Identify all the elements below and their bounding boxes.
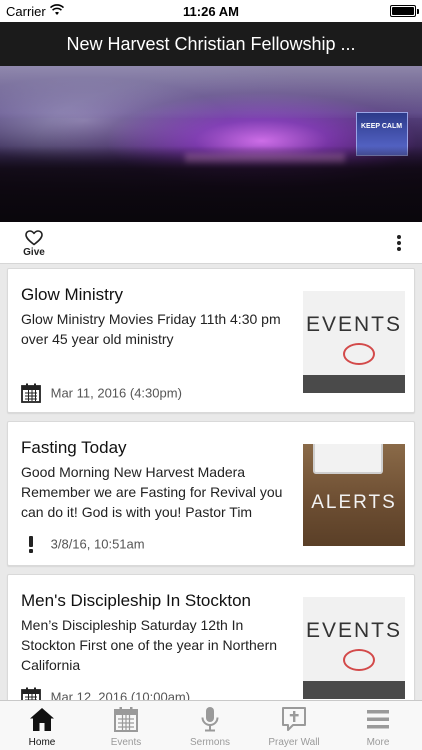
tab-label: Sermons [189,737,230,748]
tab-prayer-wall[interactable]: Prayer Wall [252,701,336,750]
card-date: Mar 11, 2016 (4:30pm) [50,385,182,401]
tab-more[interactable]: More [336,701,420,750]
card-meta: Mar 12, 2016 (10:00am) [21,687,190,700]
card-date: 3/8/16, 10:51am [50,536,145,552]
hero-crowd [0,146,422,222]
give-button[interactable]: Give [18,230,50,258]
prayer-wall-icon [282,707,306,731]
status-bar: Carrier 11:26 AM [0,0,422,22]
calendar-icon [114,707,138,732]
tab-home[interactable]: Home [0,701,84,750]
tab-label: Prayer Wall [268,737,320,748]
battery-icon [390,5,419,17]
thumbnail-tablet [313,444,383,474]
card-title: Men's Discipleship In Stockton [21,591,252,610]
feed-list: Glow Ministry Glow Ministry Movies Frida… [0,264,422,700]
thumbnail-label: EVENTS [305,313,403,336]
card-body: Good Morning New Harvest Madera Remember… [21,464,283,520]
events-thumbnail: EVENTS [303,291,405,393]
calendar-icon [21,687,41,700]
thumbnail-circle [343,649,375,671]
hero-screen-text: KEEP CALM [361,123,403,130]
tab-events[interactable]: Events [84,701,168,750]
feed-card[interactable]: Fasting Today Good Morning New Harvest M… [7,421,415,566]
menu-icon [367,710,389,729]
tab-label: More [366,737,390,748]
alerts-thumbnail: ALERTS [303,444,405,546]
thumbnail-label: ALERTS [311,492,397,513]
tab-label: Home [28,737,56,748]
thumbnail-band [303,681,405,699]
card-title: Fasting Today [21,438,127,457]
tab-label: Events [110,737,142,748]
nav-bar: New Harvest Christian Fellowship ... [0,22,422,66]
feed-card[interactable]: Men's Discipleship In Stockton Men’s Dis… [7,574,415,700]
heart-icon [25,230,43,246]
thumbnail-circle [343,343,375,365]
clock: 11:26 AM [183,4,239,19]
tab-bar: Home Events Sermons Prayer Wall More [0,700,422,750]
give-label: Give [23,247,45,258]
hero-image: KEEP CALM [0,66,422,222]
card-title: Glow Ministry [21,285,124,304]
action-bar: Give [0,222,422,264]
card-meta: 3/8/16, 10:51am [21,534,145,554]
card-date: Mar 12, 2016 (10:00am) [50,689,191,701]
thumbnail-band [303,375,405,393]
card-meta: Mar 11, 2016 (4:30pm) [21,383,182,403]
alert-icon [29,536,33,553]
calendar-icon [21,383,41,403]
card-body: Men’s Discipleship Saturday 12th In Stoc… [21,617,278,673]
home-icon [30,708,54,731]
feed-card[interactable]: Glow Ministry Glow Ministry Movies Frida… [7,268,415,413]
tab-sermons[interactable]: Sermons [168,701,252,750]
hero-ceiling [0,66,422,118]
thumbnail-label: EVENTS [305,619,403,642]
card-body: Glow Ministry Movies Friday 11th 4:30 pm… [21,311,281,347]
events-thumbnail: EVENTS [303,597,405,699]
microphone-icon [201,707,219,732]
page-title: New Harvest Christian Fellowship ... [66,34,356,54]
more-options-icon[interactable] [396,235,402,251]
